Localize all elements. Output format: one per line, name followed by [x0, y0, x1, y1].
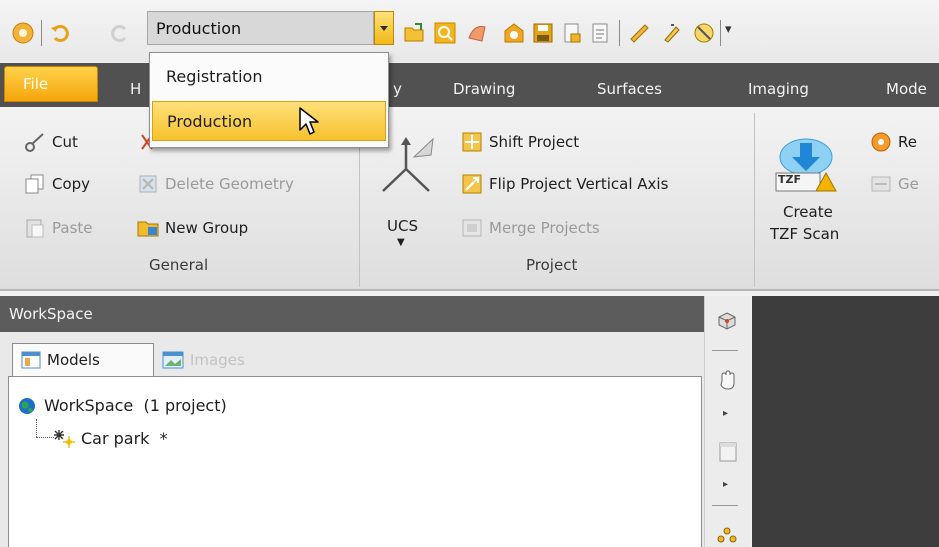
ucs-label: UCS	[387, 217, 418, 235]
app-logo-icon[interactable]	[12, 22, 34, 44]
globe-icon	[18, 397, 36, 415]
scissors-icon	[24, 131, 46, 153]
mode-select-arrow[interactable]	[374, 11, 394, 45]
pan-hand-icon[interactable]	[717, 369, 739, 395]
new-group-label: New Group	[165, 219, 249, 237]
tree-root-item[interactable]: WorkSpace (1 project)	[18, 396, 227, 415]
tzf-scan-label: TZF Scan	[770, 225, 840, 243]
tree-project-item[interactable]: Car park *	[53, 428, 168, 448]
measure-icon[interactable]	[628, 22, 650, 44]
export-icon[interactable]	[561, 22, 583, 44]
tree-project-label: Car park *	[81, 428, 168, 448]
tree-connector	[36, 419, 37, 437]
create-tzf-scan-button[interactable]: TZF Create TZF Scan	[762, 127, 860, 267]
cloud-download-icon	[775, 138, 837, 192]
new-group-button[interactable]: New Group	[137, 217, 248, 239]
tzf-badge: TZF	[778, 173, 801, 186]
models-icon	[21, 350, 41, 370]
merge-projects-icon	[461, 217, 483, 239]
copy-button[interactable]: Copy	[24, 173, 90, 195]
flip-axis-icon	[461, 173, 483, 195]
expand-right-icon[interactable]: ▸	[723, 479, 728, 490]
toolbar-separator	[712, 505, 738, 506]
toolbar-separator	[712, 350, 738, 351]
tree-connector	[36, 437, 54, 438]
workspace-title: WorkSpace	[0, 296, 704, 332]
cube-view-icon[interactable]	[717, 311, 737, 335]
create-label: Create	[783, 203, 833, 221]
3d-viewport[interactable]	[752, 296, 939, 547]
open-project-icon[interactable]	[403, 22, 425, 44]
get-label: Ge	[898, 175, 919, 193]
undo-icon[interactable]	[49, 22, 71, 44]
home-camera-icon[interactable]	[503, 22, 525, 44]
save-icon[interactable]	[532, 22, 554, 44]
delete-geometry-icon	[137, 173, 159, 195]
tab-images-label: Images	[190, 350, 245, 369]
customize-toolbar-button[interactable]: ▾	[725, 22, 732, 37]
report-icon[interactable]	[589, 22, 611, 44]
dropdown-option-production[interactable]: Production	[152, 101, 386, 141]
shift-project-icon	[461, 131, 483, 153]
tab-partial[interactable]: y	[393, 80, 402, 98]
clip-box-icon[interactable]	[693, 22, 715, 44]
tab-models-label: Models	[47, 351, 100, 369]
group-divider	[754, 113, 755, 287]
delete-geometry-button[interactable]: Delete Geometry	[137, 173, 294, 195]
shift-project-button[interactable]: Shift Project	[461, 131, 579, 153]
images-icon	[162, 350, 184, 370]
tab-mode[interactable]: Mode	[886, 80, 927, 98]
expand-right-icon[interactable]: ▸	[723, 408, 728, 419]
tab-surfaces[interactable]: Surfaces	[597, 80, 662, 98]
tab-images[interactable]: Images	[154, 343, 274, 376]
toolbar-separator	[619, 20, 620, 46]
flip-axis-button[interactable]: Flip Project Vertical Axis	[461, 173, 668, 195]
register-icon	[870, 131, 892, 153]
tab-imaging[interactable]: Imaging	[748, 80, 809, 98]
document-view-icon[interactable]	[718, 441, 738, 467]
delete-geometry-label: Delete Geometry	[165, 175, 294, 193]
folder-icon	[137, 217, 159, 239]
mouse-cursor-icon	[299, 107, 319, 135]
tree-root-label: WorkSpace (1 project)	[44, 396, 227, 415]
toolbar-separator	[41, 20, 42, 46]
find-icon[interactable]	[434, 22, 456, 44]
group-label-general: General	[149, 256, 209, 274]
paste-label: Paste	[52, 219, 93, 237]
register-button[interactable]: Re	[870, 131, 917, 153]
toolbar-separator	[720, 20, 721, 46]
register-label: Re	[898, 133, 917, 151]
chevron-down-icon: ▼	[397, 237, 405, 248]
tab-drawing[interactable]: Drawing	[453, 80, 515, 98]
paste-icon	[24, 217, 46, 239]
copy-icon	[24, 173, 46, 195]
tab-file[interactable]: File	[4, 66, 98, 102]
tab-models[interactable]: Models	[12, 343, 154, 376]
merge-projects-label: Merge Projects	[489, 219, 600, 237]
get-button[interactable]: Ge	[870, 173, 919, 195]
scan-tool-icon[interactable]	[466, 22, 488, 44]
mode-select[interactable]: Production	[147, 11, 374, 45]
ucs-button[interactable]: UCS ▼	[371, 127, 441, 267]
flip-axis-label: Flip Project Vertical Axis	[489, 175, 669, 193]
tab-home[interactable]: H	[130, 80, 141, 98]
group-label-project: Project	[526, 256, 578, 274]
cut-label: Cut	[52, 133, 78, 151]
dropdown-option-registration[interactable]: Registration	[152, 57, 386, 97]
paste-button[interactable]: Paste	[24, 217, 93, 239]
get-icon	[870, 173, 892, 195]
shift-project-label: Shift Project	[489, 133, 580, 151]
mode-dropdown-list: Registration Production	[149, 52, 389, 148]
merge-projects-button[interactable]: Merge Projects	[461, 217, 600, 239]
nodes-icon[interactable]	[717, 527, 737, 547]
redo-icon[interactable]	[109, 22, 131, 44]
copy-label: Copy	[52, 175, 91, 193]
chevron-down-icon	[380, 26, 388, 31]
cut-button[interactable]: Cut	[24, 131, 78, 153]
mode-select-value: Production	[156, 19, 242, 38]
project-scan-icon	[53, 428, 75, 448]
edit-pen-icon[interactable]	[661, 22, 683, 44]
